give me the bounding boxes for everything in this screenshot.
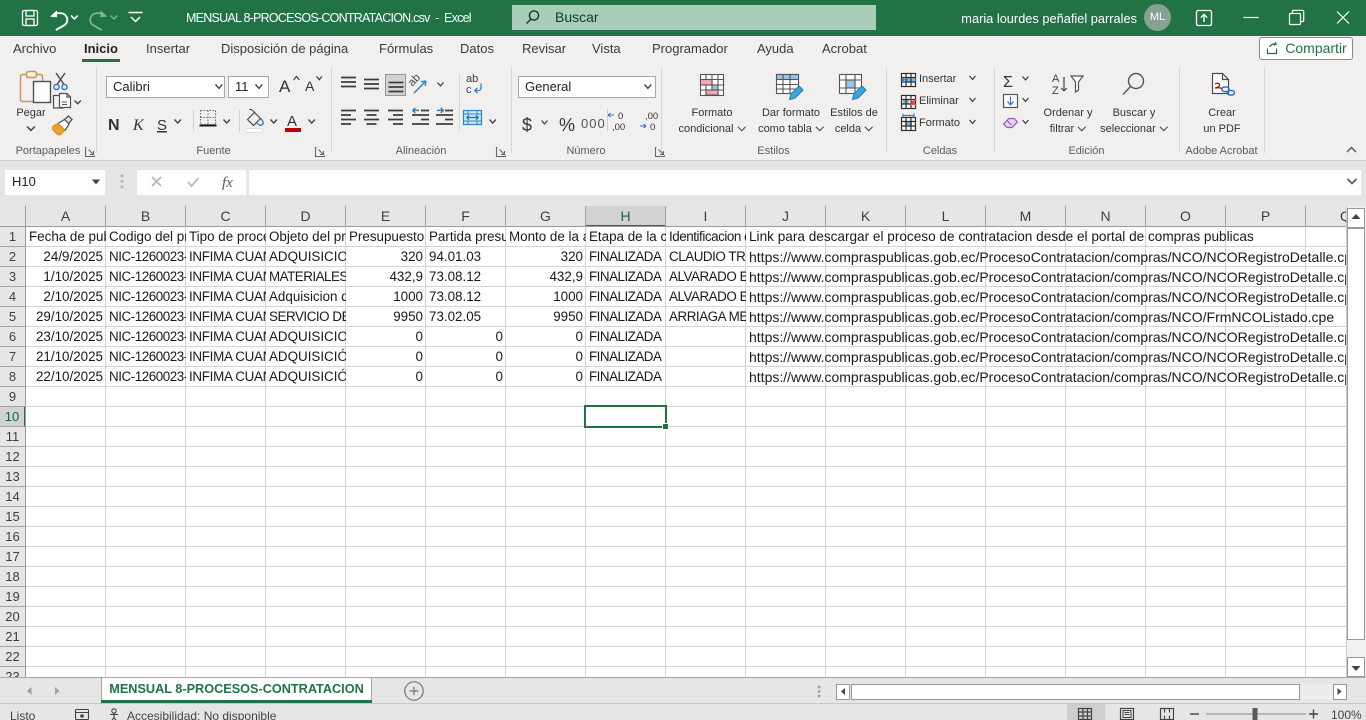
- svg-text:Σ: Σ: [1003, 74, 1013, 91]
- svg-text:000: 000: [581, 116, 606, 131]
- svg-text:,00: ,00: [612, 122, 625, 133]
- svg-text:0: 0: [618, 111, 623, 122]
- svg-text:A: A: [1052, 73, 1060, 85]
- svg-text:Z: Z: [1052, 85, 1059, 97]
- svg-text:fx: fx: [222, 175, 233, 191]
- svg-text:0: 0: [650, 122, 655, 133]
- svg-text:A: A: [279, 77, 291, 96]
- svg-text:A: A: [305, 78, 315, 94]
- svg-text:N: N: [108, 117, 120, 134]
- svg-text:K: K: [132, 117, 145, 134]
- svg-text:%: %: [559, 115, 575, 135]
- svg-text:A: A: [287, 113, 297, 130]
- svg-text:c: c: [466, 84, 472, 96]
- svg-text:S: S: [157, 117, 167, 134]
- svg-text:,00: ,00: [645, 111, 658, 122]
- svg-text:$: $: [522, 115, 532, 135]
